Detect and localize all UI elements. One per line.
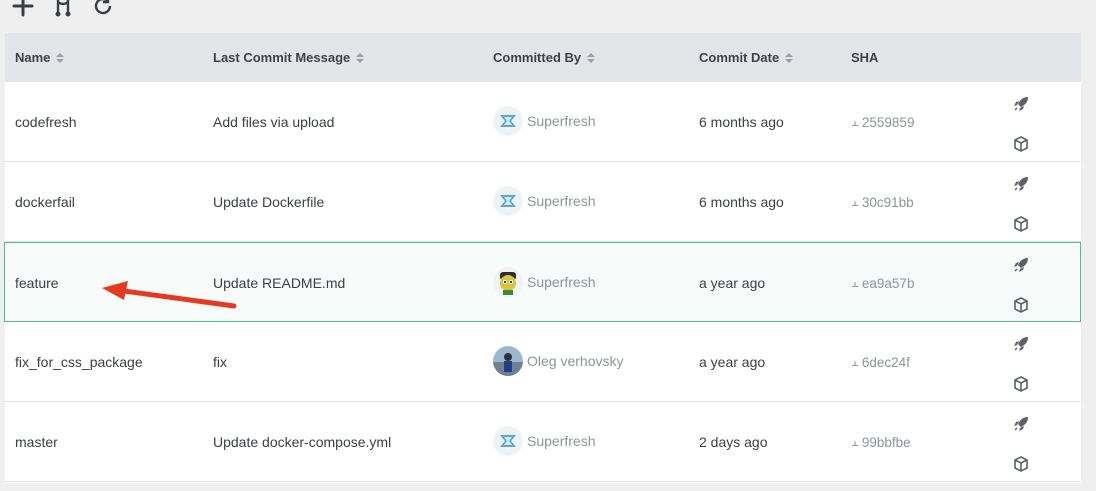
avatar <box>493 106 523 136</box>
plus-icon[interactable] <box>10 0 36 19</box>
commit-date: 6 months ago <box>699 114 784 130</box>
annotation-arrow <box>102 281 237 309</box>
commit-date: a year ago <box>699 275 766 291</box>
sort-icon[interactable] <box>356 52 365 64</box>
table-row[interactable]: fix_for_css_package fix Oleg verhovsky a… <box>5 322 1081 402</box>
rocket-icon[interactable] <box>1011 94 1031 114</box>
commit-sha[interactable]: ⫠ ea9a57b <box>851 243 914 323</box>
git-commit-icon: ⫠ <box>851 194 859 209</box>
row-actions <box>1011 322 1035 402</box>
column-header-label: Commit Date <box>699 49 780 65</box>
column-header-sha: SHA <box>851 33 878 82</box>
commit-message: Add files via upload <box>213 114 335 130</box>
commit-date: a year ago <box>699 354 766 370</box>
commit-sha[interactable]: ⫠ 2559859 <box>851 82 914 162</box>
sort-icon[interactable] <box>56 52 65 64</box>
author-name: Superfresh <box>527 433 596 449</box>
sha-value: 6dec24f <box>861 354 910 370</box>
avatar <box>493 426 523 456</box>
row-actions <box>1011 82 1035 162</box>
column-header-date[interactable]: Commit Date <box>699 33 794 82</box>
commit-date: 2 days ago <box>699 434 768 450</box>
package-icon[interactable] <box>1011 374 1031 394</box>
sha-value: 30c91bb <box>861 194 914 210</box>
package-icon[interactable] <box>1011 454 1031 474</box>
avatar <box>493 186 523 216</box>
package-icon[interactable] <box>1011 214 1031 234</box>
sha-value: ea9a57b <box>861 275 915 291</box>
merge-icon[interactable] <box>50 0 76 19</box>
column-header-label: Name <box>15 49 51 65</box>
committed-by: Superfresh <box>493 401 595 481</box>
package-icon[interactable] <box>1011 134 1031 154</box>
row-actions <box>1011 402 1035 482</box>
sha-value: 99bbfbe <box>861 434 911 450</box>
branch-name[interactable]: feature <box>15 243 59 323</box>
sort-icon[interactable] <box>587 52 596 64</box>
committed-by: Oleg verhovsky <box>493 321 623 401</box>
table-row[interactable]: dockerfail Update Dockerfile Superfresh … <box>5 162 1081 242</box>
git-commit-icon: ⫠ <box>851 354 859 369</box>
commit-date: 6 months ago <box>699 194 784 210</box>
commit-sha[interactable]: ⫠ 30c91bb <box>851 162 914 242</box>
commit-sha[interactable]: ⫠ 99bbfbe <box>851 402 911 482</box>
committed-by: Superfresh <box>493 81 595 161</box>
row-actions <box>1011 162 1035 242</box>
column-header-label: Committed By <box>493 49 582 65</box>
rocket-icon[interactable] <box>1011 414 1031 434</box>
refresh-icon[interactable] <box>90 0 116 19</box>
sha-value: 2559859 <box>861 114 915 130</box>
commit-message: Update Dockerfile <box>213 194 325 210</box>
table-header: Name Last Commit Message Committed By Co… <box>5 33 1081 82</box>
table-row[interactable]: master Update docker-compose.yml Superfr… <box>5 402 1081 482</box>
sort-icon[interactable] <box>785 52 794 64</box>
avatar <box>493 346 523 376</box>
column-header-message[interactable]: Last Commit Message <box>213 33 365 82</box>
branches-table: Name Last Commit Message Committed By Co… <box>4 33 1081 483</box>
author-name: Superfresh <box>527 113 596 129</box>
column-header-name[interactable]: Name <box>15 33 65 82</box>
table-row[interactable]: codefresh Add files via upload Superfres… <box>5 82 1081 162</box>
author-name: Oleg verhovsky <box>527 353 624 369</box>
branch-name[interactable]: master <box>15 402 58 482</box>
avatar <box>493 267 523 297</box>
git-commit-icon: ⫠ <box>851 275 859 290</box>
commit-sha[interactable]: ⫠ 6dec24f <box>851 322 910 402</box>
rocket-icon[interactable] <box>1011 255 1031 275</box>
package-icon[interactable] <box>1011 295 1031 315</box>
committed-by: Superfresh <box>493 161 595 241</box>
commit-message: Update docker-compose.yml <box>213 434 392 450</box>
branch-name[interactable]: codefresh <box>15 82 76 162</box>
rocket-icon[interactable] <box>1011 334 1031 354</box>
column-header-committed-by[interactable]: Committed By <box>493 33 596 82</box>
branch-name[interactable]: fix_for_css_package <box>15 322 143 402</box>
toolbar <box>10 0 116 20</box>
row-actions <box>1011 243 1035 323</box>
committed-by: Superfresh <box>493 242 595 322</box>
author-name: Superfresh <box>527 193 596 209</box>
author-name: Superfresh <box>527 274 596 290</box>
branch-name[interactable]: dockerfail <box>15 162 75 242</box>
git-commit-icon: ⫠ <box>851 434 859 449</box>
commit-message: fix <box>213 354 227 370</box>
column-header-label: SHA <box>851 49 879 65</box>
git-commit-icon: ⫠ <box>851 114 859 129</box>
column-header-label: Last Commit Message <box>213 49 351 65</box>
rocket-icon[interactable] <box>1011 174 1031 194</box>
